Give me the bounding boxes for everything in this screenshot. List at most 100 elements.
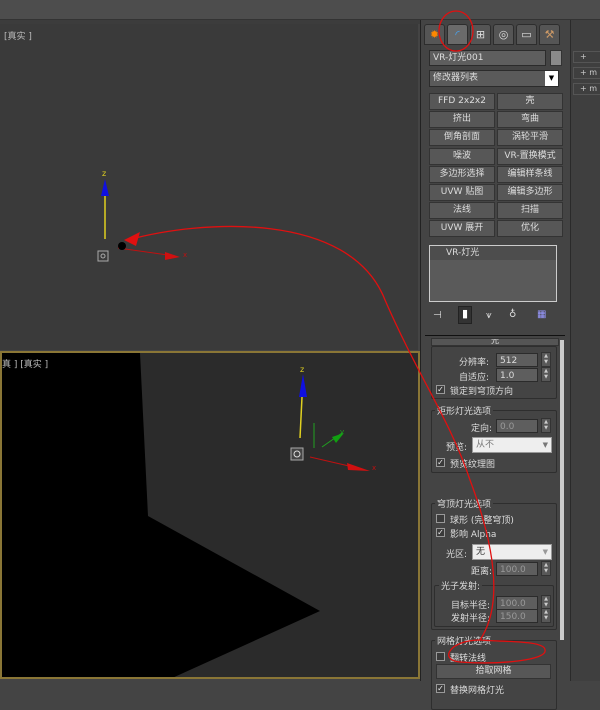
top-toolbar: [0, 0, 600, 20]
photon-title: 光子发射:: [439, 579, 483, 592]
viewport-top[interactable]: [真实 ] z x: [0, 24, 418, 350]
pick-mesh-button[interactable]: 拾取网格: [436, 664, 551, 679]
replace-mesh-label: 替换网格灯光: [450, 686, 505, 696]
modifier-button[interactable]: FFD 2x2x2: [429, 93, 495, 110]
light-icon: [97, 250, 109, 262]
preview-texture-checkbox[interactable]: ✓: [436, 458, 445, 467]
chevron-down-icon: ▼: [542, 441, 548, 449]
modifier-button[interactable]: 倒角剖面: [429, 129, 495, 147]
viewport-scene: z y x: [2, 353, 376, 677]
light-target: [118, 242, 126, 250]
flip-normals-label: 翻转法线: [450, 654, 487, 664]
subdivs-spinner[interactable]: ▲ ▼: [541, 352, 551, 367]
emit-radius-spinner[interactable]: ▲ ▼: [541, 608, 551, 623]
target-radius-field[interactable]: 100.0: [496, 596, 538, 610]
adaptive-spinner[interactable]: ▲ ▼: [541, 367, 551, 382]
modifier-button[interactable]: 编辑多边形: [497, 184, 563, 201]
zone-label: 光区:: [446, 550, 468, 560]
remove-modifier-icon[interactable]: ♁: [509, 309, 516, 320]
modifier-button[interactable]: 弯曲: [497, 111, 563, 129]
rollout-item[interactable]: +: [573, 51, 600, 63]
svg-text:x: x: [372, 464, 376, 472]
lock-dome-label: 锁定到穹顶方向: [450, 387, 514, 397]
viewport-label[interactable]: 真 ] [真实 ]: [2, 357, 48, 370]
spherical-checkbox[interactable]: [436, 514, 445, 523]
target-radius-label: 目标半径:: [451, 601, 491, 611]
emit-radius-label: 发射半径:: [451, 614, 491, 624]
viewport-bottom[interactable]: z y x 真 ] [真实 ]: [0, 351, 420, 679]
preview-value: 从不: [476, 440, 495, 450]
rollout-item[interactable]: + m: [573, 83, 600, 95]
distance-field[interactable]: 100.0: [496, 562, 538, 576]
preview-texture-label: 预览纹理图: [450, 460, 496, 470]
flip-normals-checkbox[interactable]: [436, 652, 445, 661]
directional-spinner[interactable]: ▲ ▼: [541, 418, 551, 433]
z-arrow: [101, 179, 109, 196]
x-arrow: [165, 252, 180, 260]
modifier-button[interactable]: 壳: [497, 93, 563, 110]
motion-tab-icon[interactable]: ◎: [493, 24, 514, 45]
modifier-button[interactable]: 涡轮平滑: [497, 129, 563, 147]
modifier-button[interactable]: 扫描: [497, 202, 563, 220]
modifier-button[interactable]: VR-置换模式: [497, 147, 563, 165]
modifier-button[interactable]: 噪波: [429, 147, 495, 165]
adaptive-label: 自适应:: [459, 373, 490, 383]
mesh-group-title: 网格灯光选项: [435, 634, 494, 647]
modify-tab-icon[interactable]: ◜: [447, 24, 468, 45]
distance-label: 距离:: [471, 567, 493, 577]
subdivs-field[interactable]: 512: [496, 353, 538, 367]
modifier-list-dropdown[interactable]: 修改器列表 ▼: [429, 70, 559, 87]
hierarchy-tab-icon[interactable]: ⊞: [470, 24, 491, 45]
zone-dropdown[interactable]: 无 ▼: [472, 544, 552, 560]
utilities-tab-icon[interactable]: ⚒: [539, 24, 560, 45]
modifier-button[interactable]: 优化: [497, 220, 563, 238]
preview-label: 预览:: [446, 443, 468, 453]
preview-dropdown[interactable]: 从不 ▼: [472, 437, 552, 453]
configure-modifier-sets-icon[interactable]: ▦: [537, 309, 546, 320]
svg-text:x: x: [183, 251, 187, 259]
object-color-swatch[interactable]: [550, 50, 562, 66]
display-tab-icon[interactable]: ▭: [516, 24, 537, 45]
pin-stack-icon[interactable]: ⊣: [433, 310, 442, 321]
affect-alpha-checkbox[interactable]: ✓: [436, 528, 445, 537]
modifier-stack[interactable]: VR-灯光: [429, 245, 557, 302]
dome-group-title: 穹顶灯光选项: [435, 497, 494, 510]
emit-radius-field[interactable]: 150.0: [496, 609, 538, 623]
create-tab-icon[interactable]: ✹: [424, 24, 445, 45]
show-end-result-icon[interactable]: ▮: [458, 306, 472, 324]
stack-item[interactable]: VR-灯光: [430, 246, 556, 260]
axis-z-label: z: [102, 169, 106, 178]
modifier-button[interactable]: UVW 展开: [429, 220, 495, 238]
rollout-header[interactable]: 光: [431, 338, 559, 346]
modifier-button[interactable]: UVW 贴图: [429, 184, 495, 201]
modifier-list-label: 修改器列表: [433, 73, 479, 83]
light-gizmo: z x: [97, 169, 187, 262]
modifier-button[interactable]: 法线: [429, 202, 495, 220]
rollout-item[interactable]: + m: [573, 67, 600, 79]
command-panel: ✹ ◜ ⊞ ◎ ▭ ⚒ VR-灯光001 修改器列表 ▼ FFD 2x2x2 壳挤出…: [420, 20, 568, 710]
rect-group-title: 矩形灯光选项: [435, 404, 494, 417]
object-name-field[interactable]: VR-灯光001: [429, 50, 546, 66]
affect-alpha-label: 影响 Alpha: [450, 530, 497, 540]
spherical-label: 球形 (完整穹顶): [450, 516, 514, 526]
black-geometry: [2, 353, 320, 677]
directional-label: 定向:: [471, 424, 493, 434]
zone-value: 无: [476, 547, 486, 557]
subdivs-label: 分辨率:: [459, 358, 490, 368]
replace-mesh-checkbox[interactable]: ✓: [436, 684, 445, 693]
adaptive-field[interactable]: 1.0: [496, 368, 538, 382]
lock-dome-checkbox[interactable]: ✓: [436, 385, 445, 394]
svg-text:z: z: [300, 365, 304, 374]
chevron-down-icon: ▼: [542, 548, 548, 556]
panel-scrollbar[interactable]: [560, 340, 564, 640]
chevron-down-icon: ▼: [545, 71, 558, 86]
modifier-button[interactable]: 多边形选择: [429, 165, 495, 183]
divider: [425, 335, 565, 336]
make-unique-icon[interactable]: ⩛: [486, 310, 492, 321]
svg-text:y: y: [340, 428, 344, 436]
right-panel: + + m + m: [570, 20, 600, 681]
modifier-button[interactable]: 挤出: [429, 111, 495, 129]
directional-field[interactable]: 0.0: [496, 419, 538, 433]
distance-spinner[interactable]: ▲ ▼: [541, 561, 551, 576]
modifier-button[interactable]: 编辑样条线: [497, 165, 563, 183]
